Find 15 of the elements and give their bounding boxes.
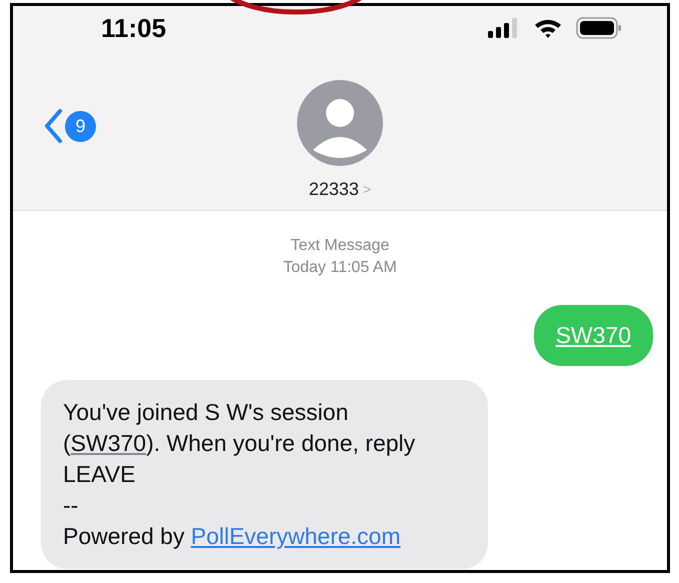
received-message-bubble: You've joined S W's session (SW370). When you're done, reply LEAVE -- Powered by PollEverywhere.com — [41, 380, 488, 568]
session-code-link[interactable]: SW370 — [556, 322, 631, 348]
message-timestamp: Today 11:05 AM — [283, 258, 397, 278]
battery-icon — [576, 17, 622, 39]
signal-icon — [488, 18, 520, 38]
status-time: 11:05 — [101, 12, 166, 44]
website-link[interactable]: PollEverywhere.com — [190, 522, 400, 548]
avatar-icon — [297, 80, 383, 166]
unread-badge: 9 — [65, 110, 96, 142]
message-type-label: Text Message — [290, 236, 390, 256]
contact-name[interactable]: 22333 > — [308, 176, 372, 203]
back-button[interactable]: 9 — [43, 108, 96, 144]
wifi-icon — [534, 18, 562, 38]
session-code-link[interactable]: SW370 — [70, 430, 146, 456]
back-chevron-icon — [43, 108, 63, 144]
